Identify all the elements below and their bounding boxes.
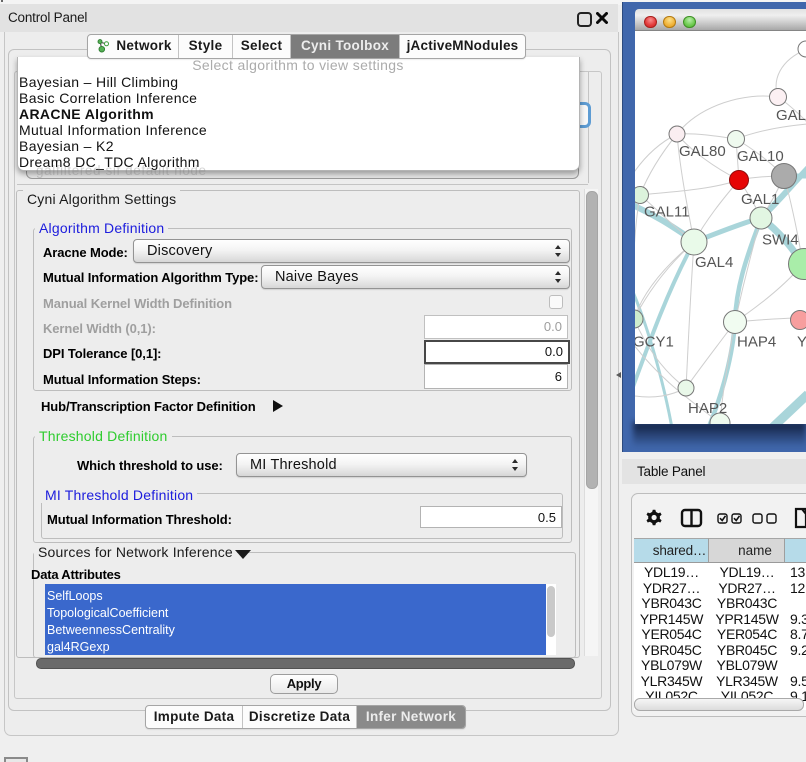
svg-text:GAL10: GAL10	[737, 148, 784, 165]
svg-text:HAP4: HAP4	[737, 334, 776, 351]
svg-text:GAL11: GAL11	[644, 204, 690, 221]
svg-text:GAL7: GAL7	[776, 107, 806, 124]
svg-text:GAL4: GAL4	[695, 254, 733, 271]
svg-text:HAP2: HAP2	[688, 400, 727, 417]
svg-text:GCY1: GCY1	[635, 334, 674, 351]
svg-text:YP: YP	[797, 334, 806, 351]
svg-text:SWI4: SWI4	[762, 232, 799, 249]
svg-text:GAL80: GAL80	[679, 143, 726, 160]
svg-text:GAL1: GAL1	[741, 191, 779, 208]
